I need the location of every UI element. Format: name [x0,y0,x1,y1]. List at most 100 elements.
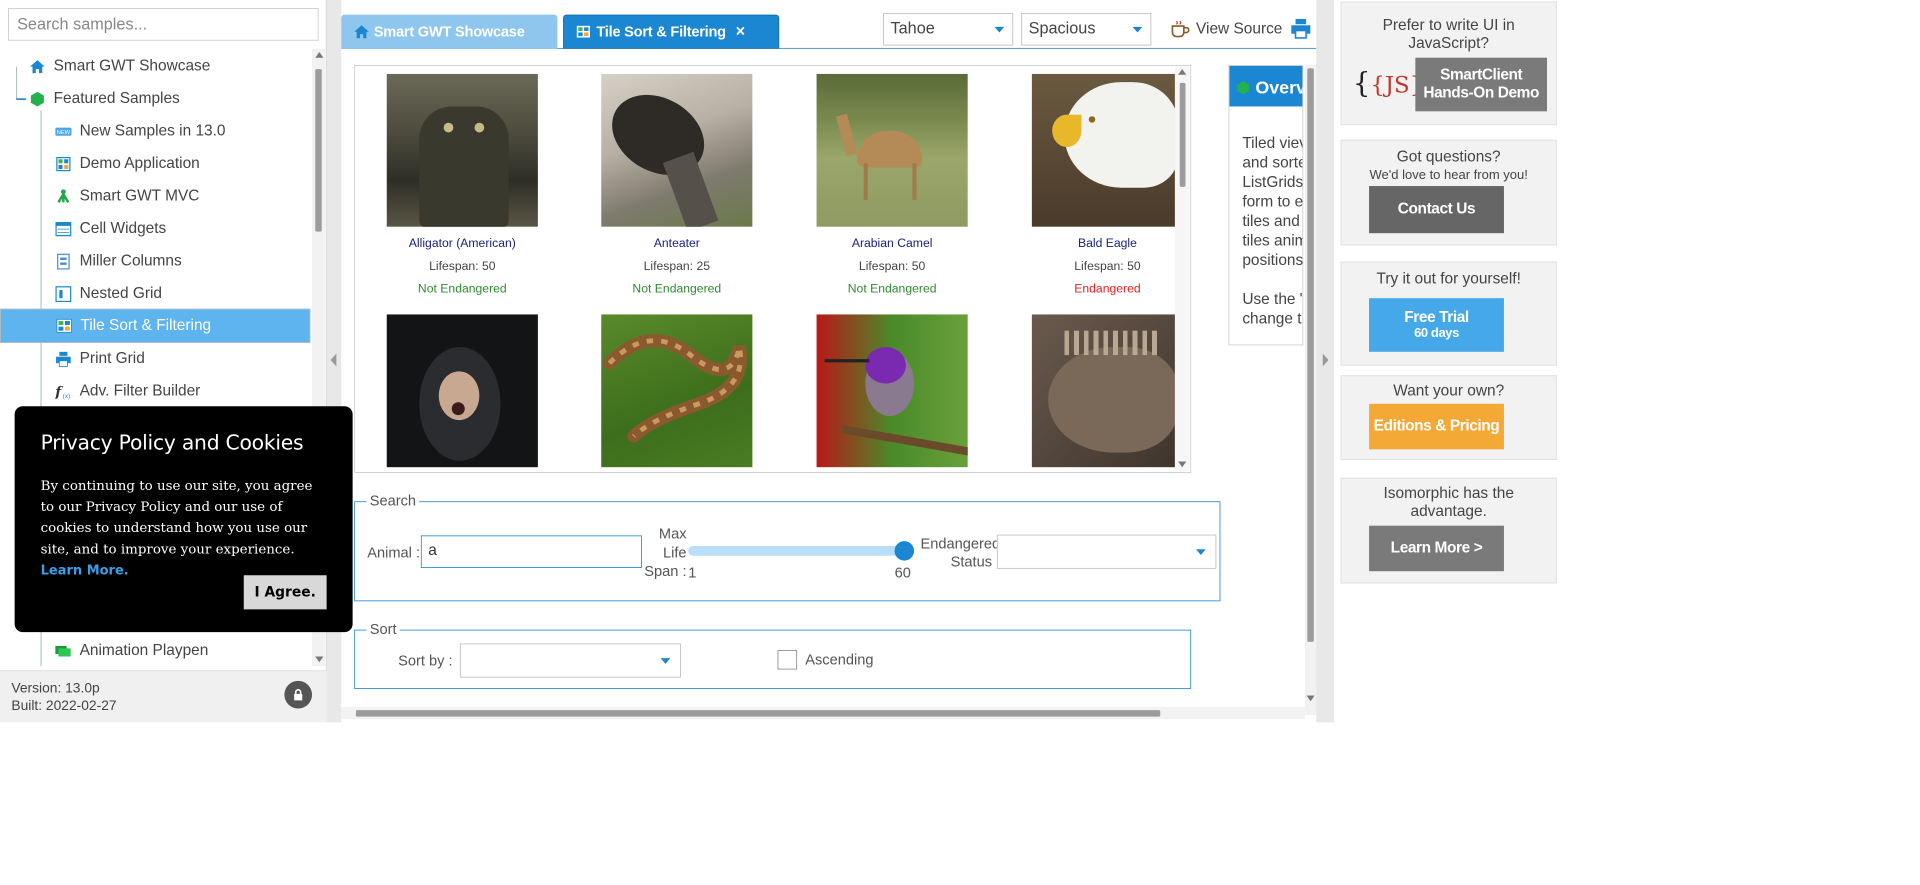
tab-tile-sort[interactable]: Tile Sort & Filtering × [563,14,780,49]
life-span-slider[interactable] [688,546,906,556]
slider-knob[interactable] [894,541,915,561]
ad-free-trial: Try it out for yourself! Free Trial 60 d… [1340,261,1557,366]
editions-pricing-button[interactable]: Editions & Pricing [1369,403,1504,450]
nav-item-featured[interactable]: Featured Samples [0,84,310,115]
printer-icon [55,351,71,367]
ascending-checkbox[interactable] [777,650,798,670]
h-scroll-thumb[interactable] [355,710,1161,717]
scroll-down-icon[interactable] [315,656,324,663]
animal-label: Animal : [367,544,421,561]
button-line: Hands-On Demo [1423,84,1540,102]
main-scroll-thumb[interactable] [1307,68,1314,642]
overview-line: form to e [1242,193,1304,211]
nav-item-filter-builder[interactable]: f (x) Adv. Filter Builder [0,376,310,407]
chevron-down-icon [1196,549,1206,555]
sort-by-select[interactable] [459,643,681,678]
nav-item-mvc[interactable]: Smart GWT MVC [0,181,310,212]
tile-grid-scroll-thumb[interactable] [1179,82,1186,187]
nav-item-label: New Samples in 13.0 [79,122,226,140]
tile-status: Not Endangered [632,281,722,296]
snake-image [601,314,753,468]
free-trial-button[interactable]: Free Trial 60 days [1369,298,1504,352]
agree-button[interactable]: I Agree. [243,575,327,610]
tile-item[interactable] [1002,314,1191,468]
right-splitter[interactable] [1316,0,1335,723]
nav-item-cell-widgets[interactable]: Cell Widgets [0,214,310,245]
close-icon[interactable]: × [736,22,746,41]
iguana-image [1031,314,1183,468]
home-icon [29,59,45,75]
learn-more-link[interactable]: Learn More. [41,562,129,577]
button-line: 60 days [1414,326,1459,341]
sort-fieldset: Sort Sort by : Ascending [354,620,1192,689]
skin-select-value: Tahoe [890,19,935,38]
built-text: Built: 2022-02-27 [11,697,117,714]
main-scrollbar[interactable] [1304,65,1317,715]
scroll-down-icon[interactable] [1178,461,1187,468]
skin-select[interactable]: Tahoe [883,13,1014,46]
nav-item-showcase[interactable]: Smart GWT Showcase [0,51,310,82]
endangered-status-select[interactable] [996,534,1217,569]
eagle-image [1031,73,1183,227]
button-line: Contact Us [1397,200,1476,218]
tile-status: Not Endangered [847,281,937,296]
animation-icon [55,643,71,659]
scroll-up-icon[interactable] [315,52,324,58]
chevron-down-icon [660,658,671,664]
tab-label: Smart GWT Showcase [373,23,525,40]
lock-button[interactable] [284,680,312,709]
animal-input[interactable]: a [420,535,642,568]
horizontal-scrollbar[interactable] [341,706,1305,720]
nav-item-miller-columns[interactable]: Miller Columns [0,246,310,277]
nav-item-label: Tile Sort & Filtering [80,316,212,334]
tile-item[interactable] [571,314,782,468]
tile-item[interactable]: Alligator (American) Lifespan: 50 Not En… [357,73,568,300]
collapse-left-icon[interactable] [330,353,337,367]
contact-us-button[interactable]: Contact Us [1369,186,1504,234]
learn-more-button[interactable]: Learn More > [1369,525,1504,572]
ad-title: Isomorphic has the advantage. [1341,485,1556,521]
collapse-right-icon[interactable] [1322,353,1329,367]
monkey-image [386,314,538,468]
view-source-button[interactable]: View Source [1170,20,1282,40]
tile-item[interactable] [787,314,998,468]
print-button[interactable] [1290,18,1311,43]
sort-by-label: Sort by : [398,652,453,669]
tile-status: Not Endangered [417,281,507,296]
search-legend: Search [366,492,420,510]
tile-item[interactable] [357,314,568,468]
nav-item-label: Miller Columns [79,252,182,270]
tile-item[interactable]: Anteater Lifespan: 25 Not Endangered [571,73,782,300]
nav-item-print-grid[interactable]: Print Grid [0,344,310,375]
nav-item-tile-sort[interactable]: Tile Sort & Filtering [0,308,311,343]
endangered-status-label: Endangered Status : [916,535,1000,571]
ad-title: Want your own? [1393,382,1505,400]
ad-pricing: Want your own? Editions & Pricing [1340,375,1557,460]
smartclient-demo-button[interactable]: SmartClient Hands-On Demo [1415,57,1547,112]
label-line: Max [658,525,687,542]
nav-item-label: Smart GWT MVC [79,187,200,205]
ad-title-line: Isomorphic has the [1383,485,1514,503]
scroll-down-icon[interactable] [1306,695,1315,702]
nav-item-nested-grid[interactable]: Nested Grid [0,279,310,310]
nav-item-demo-app[interactable]: Demo Application [0,149,310,180]
tree-figure-icon [55,189,71,205]
svg-text:(x): (x) [63,393,71,400]
nav-item-animation[interactable]: Animation Playpen [0,635,310,666]
tile-grid-scrollbar[interactable] [1174,66,1190,472]
label-line: Life [662,544,687,561]
tab-showcase[interactable]: Smart GWT Showcase [341,14,558,49]
new-badge-icon: NEW [55,124,72,140]
nav-item-new-samples[interactable]: NEW New Samples in 13.0 [0,116,310,147]
density-select[interactable]: Spacious [1021,13,1152,46]
columns-icon [55,253,71,270]
tile-item[interactable]: Bald Eagle Lifespan: 50 Endangered [1002,73,1191,300]
nav-item-label: Animation Playpen [79,641,209,659]
overview-line: tiles anim [1242,232,1304,250]
tile-grid[interactable]: Alligator (American) Lifespan: 50 Not En… [354,65,1192,473]
chevron-down-icon [994,26,1005,33]
nav-scroll-thumb[interactable] [315,69,322,232]
scroll-up-icon[interactable] [1178,69,1187,75]
search-input[interactable]: Search samples... [8,8,319,41]
tile-item[interactable]: Arabian Camel Lifespan: 50 Not Endangere… [787,73,998,300]
